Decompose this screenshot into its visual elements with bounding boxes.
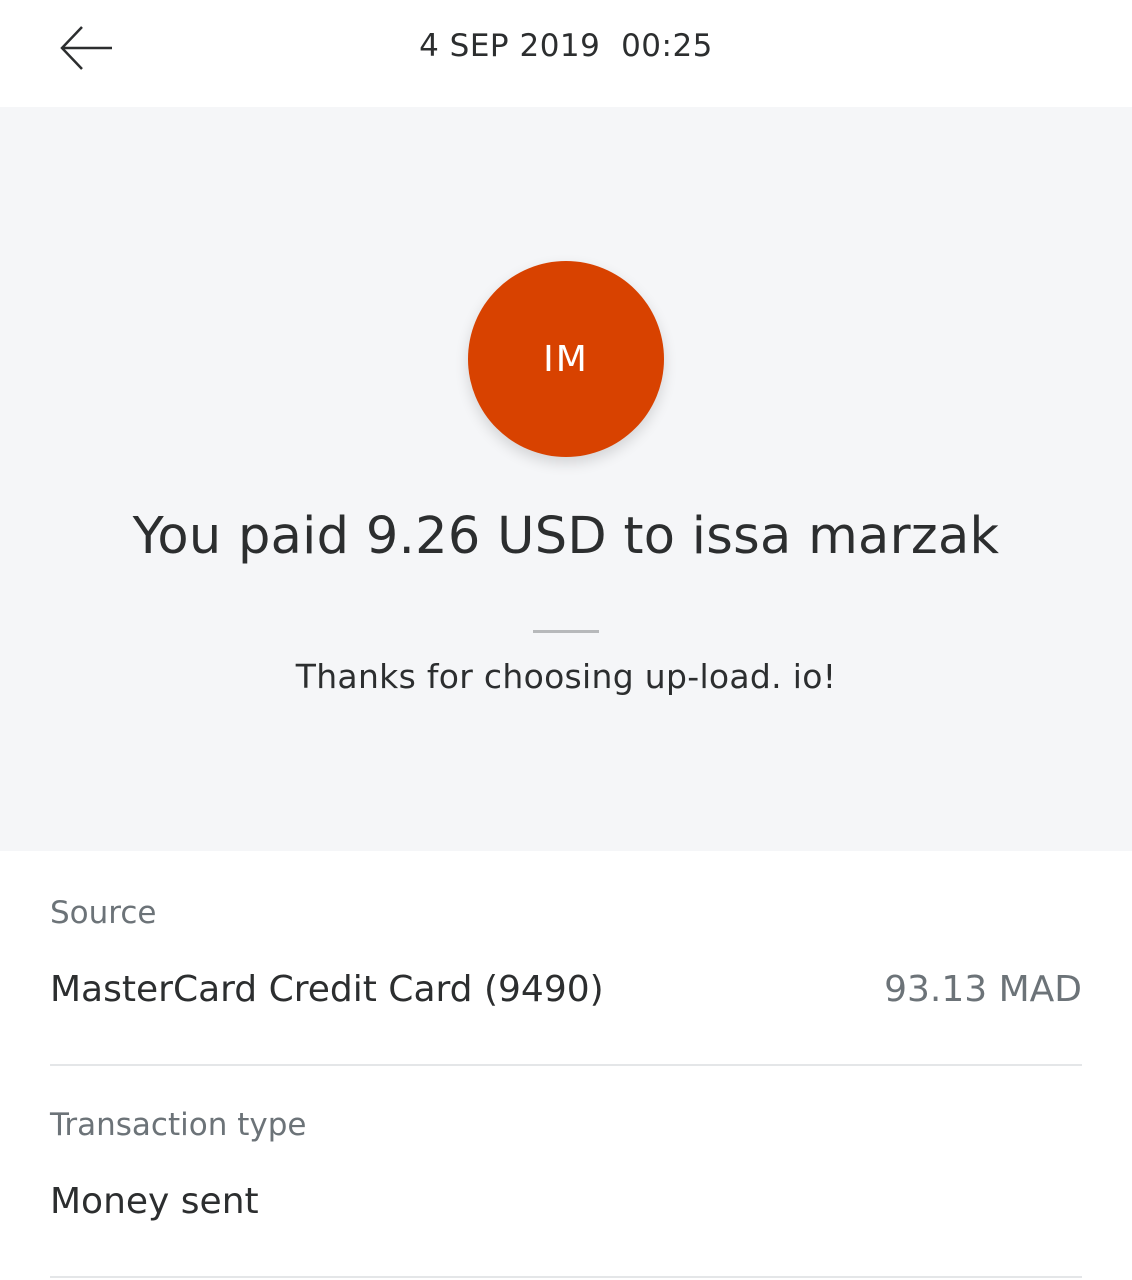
thanks-note: Thanks for choosing up-load. io! <box>295 657 837 696</box>
payment-summary: IM You paid 9.26 USD to issa marzak Than… <box>0 107 1132 851</box>
source-value: MasterCard Credit Card (9490) <box>50 969 604 1010</box>
avatar-initials: IM <box>543 338 589 380</box>
source-label: Source <box>50 895 157 931</box>
transaction-datetime: 4 SEP 2019 00:25 <box>419 28 713 64</box>
row-divider <box>50 1276 1082 1278</box>
row-divider <box>50 1064 1082 1066</box>
transaction-type-value: Money sent <box>50 1181 259 1222</box>
recipient-avatar: IM <box>468 261 664 457</box>
top-bar: 4 SEP 2019 00:25 <box>0 0 1132 107</box>
payment-headline: You paid 9.26 USD to issa marzak <box>132 507 1000 566</box>
source-amount: 93.13 MAD <box>884 969 1082 1010</box>
transaction-type-label: Transaction type <box>50 1107 307 1143</box>
summary-divider <box>533 630 599 633</box>
